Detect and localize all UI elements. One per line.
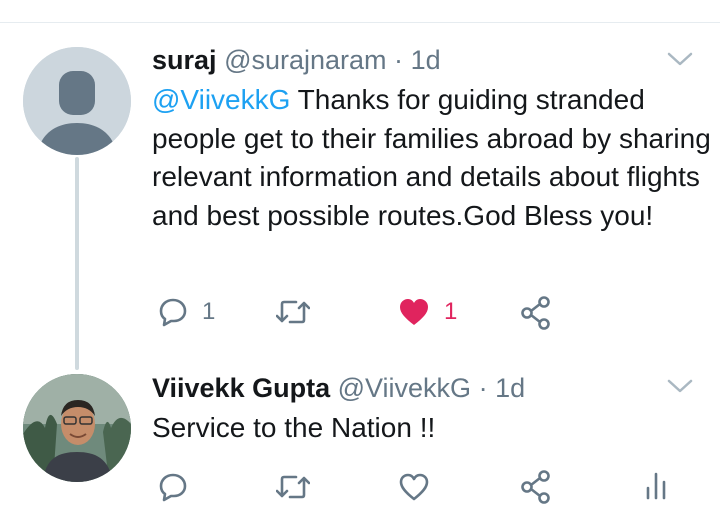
reply-button[interactable] bbox=[158, 472, 188, 502]
share-button[interactable] bbox=[520, 296, 552, 330]
analytics-icon bbox=[646, 472, 666, 500]
default-avatar-icon bbox=[23, 47, 131, 155]
user-handle[interactable]: @ViivekkG bbox=[338, 373, 471, 403]
avatar-default[interactable] bbox=[23, 47, 131, 155]
display-name[interactable]: suraj bbox=[152, 45, 217, 75]
avatar-viivekk-gupta[interactable] bbox=[23, 374, 131, 482]
like-count: 1 bbox=[444, 298, 458, 325]
timestamp[interactable]: 1d bbox=[411, 45, 441, 75]
user-handle[interactable]: @surajnaram bbox=[224, 45, 386, 75]
tweet-text: Service to the Nation !! bbox=[152, 412, 436, 443]
thread-connector-line bbox=[75, 157, 79, 370]
display-name[interactable]: Viivekk Gupta bbox=[152, 373, 330, 403]
retweet-icon bbox=[276, 475, 310, 499]
analytics-button[interactable] bbox=[645, 470, 667, 500]
share-icon bbox=[521, 470, 550, 504]
reply-icon bbox=[159, 473, 187, 502]
heart-outline-icon bbox=[399, 473, 429, 501]
reply-count: 1 bbox=[202, 298, 216, 325]
retweet-button[interactable] bbox=[276, 297, 310, 327]
tweet-header: Viivekk Gupta @ViivekkG · 1d bbox=[152, 373, 525, 403]
retweet-icon bbox=[276, 300, 310, 324]
reply-icon bbox=[159, 298, 187, 327]
chevron-down-icon[interactable] bbox=[665, 376, 695, 396]
tweet-header: suraj @surajnaram · 1d bbox=[152, 45, 441, 75]
chevron-down-icon[interactable] bbox=[665, 49, 695, 69]
mention-link[interactable]: @ViivekkG bbox=[152, 84, 290, 115]
separator: · bbox=[478, 373, 488, 403]
timestamp[interactable]: 1d bbox=[495, 373, 525, 403]
like-button[interactable]: 1 bbox=[398, 297, 457, 327]
share-icon bbox=[521, 296, 550, 330]
profile-photo bbox=[23, 374, 131, 482]
heart-icon bbox=[400, 299, 428, 325]
reply-button[interactable]: 1 bbox=[158, 297, 215, 327]
top-divider bbox=[0, 22, 720, 23]
tweet-text: @ViivekkG Thanks for guiding stranded pe… bbox=[152, 81, 712, 235]
retweet-button[interactable] bbox=[276, 472, 310, 502]
share-button[interactable] bbox=[520, 470, 552, 504]
separator: · bbox=[394, 45, 404, 75]
like-button[interactable] bbox=[398, 472, 430, 502]
